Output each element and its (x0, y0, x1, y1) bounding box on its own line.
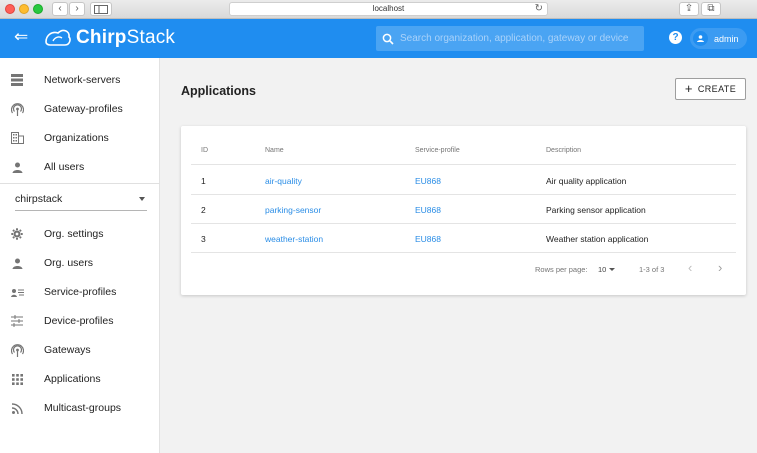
service-profile-link[interactable]: EU868 (415, 234, 441, 244)
sidebar-item-organizations[interactable]: Organizations (0, 124, 160, 152)
global-search[interactable] (376, 26, 644, 51)
sidebar-item-label: Applications (44, 373, 101, 385)
application-name-link[interactable]: parking-sensor (265, 205, 321, 215)
cell-id: 1 (201, 176, 206, 186)
next-page-icon[interactable]: › (718, 260, 722, 275)
user-menu-button[interactable]: admin (690, 28, 747, 49)
service-profile-link[interactable]: EU868 (415, 176, 441, 186)
row-divider (191, 223, 736, 224)
sidebar-divider (0, 183, 160, 184)
column-header-name[interactable]: Name (265, 147, 284, 154)
service-profile-link[interactable]: EU868 (415, 205, 441, 215)
chirpstack-logo-icon (45, 29, 71, 46)
sidebar-item-label: Device-profiles (44, 315, 114, 327)
cell-description: Parking sensor application (546, 205, 646, 215)
browser-back-button[interactable]: ‹ (52, 2, 68, 16)
tabs-overview-icon[interactable]: ⧉ (701, 2, 721, 16)
cell-description: Air quality application (546, 176, 627, 186)
header-divider (191, 164, 736, 165)
address-bar[interactable]: localhost ↻ (229, 2, 548, 16)
rows-per-page-label: Rows per page: (535, 265, 588, 274)
collapse-menu-icon[interactable]: ⇐ (14, 27, 28, 47)
sidebar-item-org-settings[interactable]: Org. settings (0, 220, 160, 248)
chevron-down-icon (609, 268, 616, 271)
server-icon (10, 73, 24, 87)
sidebar-item-label: Gateways (44, 344, 91, 356)
column-header-description[interactable]: Description (546, 147, 581, 154)
sidebar-item-applications[interactable]: Applications (0, 365, 160, 393)
column-header-id[interactable]: ID (201, 147, 208, 154)
user-icon (10, 256, 24, 270)
chevron-down-icon (139, 197, 145, 201)
organization-select[interactable]: chirpstack (15, 189, 147, 211)
sidebar-item-gateways[interactable]: Gateways (0, 336, 160, 364)
row-divider (191, 194, 736, 195)
sidebar-item-multicast-groups[interactable]: Multicast-groups (0, 394, 160, 422)
organization-select-value: chirpstack (15, 193, 63, 205)
logo-text: ChirpStack (76, 27, 176, 48)
sidebar-item-all-users[interactable]: All users (0, 153, 160, 181)
wifi-tower-icon (10, 102, 24, 116)
sidebar-item-label: Org. settings (44, 228, 104, 240)
cell-description: Weather station application (546, 234, 649, 244)
sidebar: Network-servers Gateway-profiles Organiz… (0, 58, 160, 453)
rss-icon (10, 401, 24, 415)
search-input[interactable] (400, 33, 640, 44)
sidebar-item-label: Service-profiles (44, 286, 117, 298)
help-icon[interactable]: ? (669, 31, 682, 44)
sidebar-item-device-profiles[interactable]: Device-profiles (0, 307, 160, 335)
sidebar-item-network-servers[interactable]: Network-servers (0, 66, 160, 94)
sidebar-item-service-profiles[interactable]: Service-profiles (0, 278, 160, 306)
plus-icon: + (684, 81, 693, 96)
tune-icon (10, 314, 24, 328)
sidebar-item-label: Organizations (44, 132, 109, 144)
search-icon (382, 33, 394, 45)
create-button[interactable]: + CREATE (675, 78, 746, 100)
address-bar-url: localhost (372, 4, 405, 13)
chirpstack-logo[interactable]: ChirpStack (42, 26, 175, 50)
sidebar-item-label: Org. users (44, 257, 94, 269)
sidebar-item-gateway-profiles[interactable]: Gateway-profiles (0, 95, 160, 123)
minimize-window-button[interactable] (19, 4, 29, 14)
user-icon (10, 160, 24, 174)
sidebar-item-label: Multicast-groups (44, 402, 122, 414)
gear-icon (10, 227, 24, 241)
close-window-button[interactable] (5, 4, 15, 14)
sidebar-item-label: Gateway-profiles (44, 103, 123, 115)
app-header: ⇐ ChirpStack ? admin (0, 19, 757, 58)
previous-page-icon[interactable]: ‹ (688, 260, 692, 275)
browser-titlebar: ‹ › localhost ↻ ⇪ ⧉ (0, 0, 757, 19)
sidebar-item-org-users[interactable]: Org. users (0, 249, 160, 277)
rows-per-page-select[interactable]: 10 (598, 265, 616, 274)
account-icon (693, 31, 708, 46)
username-label: admin (714, 33, 739, 44)
cell-id: 3 (201, 234, 206, 244)
page-title: Applications (181, 84, 257, 98)
browser-forward-button[interactable]: › (69, 2, 85, 16)
sidebar-item-label: Network-servers (44, 74, 121, 86)
reload-icon[interactable]: ↻ (535, 3, 543, 15)
browser-sidebar-icon[interactable] (90, 2, 112, 16)
share-icon[interactable]: ⇪ (679, 2, 699, 16)
pagination-range: 1-3 of 3 (639, 265, 665, 274)
cell-id: 2 (201, 205, 206, 215)
column-header-service-profile[interactable]: Service-profile (415, 147, 460, 154)
user-list-icon (10, 285, 24, 299)
application-name-link[interactable]: air-quality (265, 176, 302, 186)
building-icon (10, 131, 24, 145)
zoom-window-button[interactable] (33, 4, 43, 14)
application-name-link[interactable]: weather-station (265, 234, 323, 244)
create-button-label: CREATE (697, 84, 737, 94)
rows-per-page-value: 10 (598, 265, 607, 274)
wifi-tower-icon (10, 343, 24, 357)
sidebar-item-label: All users (44, 161, 85, 173)
grid-icon (10, 372, 24, 386)
applications-table-card: ID Name Service-profile Description 1 ai… (181, 126, 746, 295)
row-divider (191, 252, 736, 253)
